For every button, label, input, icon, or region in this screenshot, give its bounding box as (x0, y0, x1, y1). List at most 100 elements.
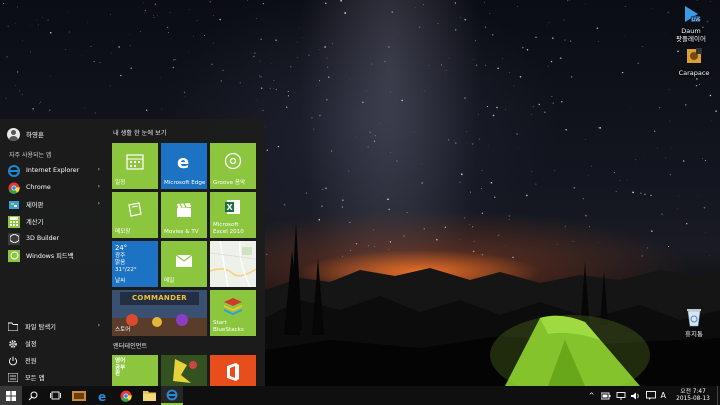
desktop-icon-potplayer[interactable]: LIVE Daum 팟플레이어 (669, 3, 713, 43)
power-button[interactable]: 전원 (8, 352, 102, 369)
tile-entertainment-1[interactable]: 영어 공부 판 (112, 355, 158, 386)
app-item-label: Internet Explorer (26, 167, 80, 174)
tile-maps[interactable] (210, 241, 256, 287)
excel-icon: X (210, 199, 256, 215)
tile-microsoft-edge[interactable]: e Microsoft Edge (161, 143, 207, 189)
app-item-3d-builder[interactable]: 3D Builder (8, 230, 102, 247)
app-item-label: 3D Builder (26, 235, 60, 242)
taskbar-app-chrome[interactable] (115, 386, 137, 405)
tile-movies-tv[interactable]: Movies & TV (161, 192, 207, 238)
app-item-label: 계산기 (26, 219, 44, 226)
calendar-icon (112, 152, 158, 170)
chrome-icon (120, 390, 132, 402)
frequent-app-list: Internet Explorer › Chrome › 제어판 › 계산기 3… (8, 162, 102, 264)
tile-microsoft-excel[interactable]: X Microsoft Excel 2010 (210, 192, 256, 238)
film-clapper-icon (161, 201, 207, 219)
edge-icon: e (161, 152, 207, 170)
app-item-chrome[interactable]: Chrome › (8, 179, 102, 196)
user-avatar-icon (7, 127, 20, 141)
game-title: COMMANDER (132, 294, 187, 302)
weather-city: 광주 (115, 253, 126, 259)
tile-notes[interactable]: 메모장 (112, 192, 158, 238)
desktop-icon-label: Daum 팟플레이어 (676, 27, 706, 43)
desktop-icon-carapace[interactable]: Carapace (672, 45, 716, 77)
chevron-right-icon[interactable]: › (98, 166, 100, 173)
clock-date: 2015-08-13 (676, 395, 710, 402)
gear-icon (8, 339, 18, 349)
app-item-label: 제어판 (26, 202, 44, 209)
taskbar-app-potplayer[interactable] (68, 386, 90, 405)
weather-temperature: 24° (115, 244, 128, 252)
settings-button[interactable]: 설정 (8, 335, 102, 352)
game-character-icon (161, 355, 207, 386)
app-item-calculator[interactable]: 계산기 (8, 213, 102, 230)
taskbar-clock[interactable]: 오전 7:47 2015-08-13 (672, 389, 714, 403)
bottom-item-label: 전원 (25, 358, 37, 365)
search-button[interactable] (22, 386, 44, 405)
start-menu: 하영훈 자주 사용되는 앱 Internet Explorer › Chrome… (0, 119, 265, 386)
app-item-label: Chrome (26, 184, 51, 191)
chevron-right-icon[interactable]: › (98, 200, 100, 207)
taskbar: e ^ A 오전 7:47 2015-08-13 (0, 386, 720, 405)
tile-label: 스토어 (115, 326, 131, 333)
notifications-icon[interactable] (645, 391, 656, 400)
start-button[interactable] (0, 386, 22, 405)
file-explorer-button[interactable]: 파일 탐색기 › (8, 318, 102, 335)
svg-text:e: e (177, 152, 189, 170)
desktop-icon-label: 휴지통 (685, 330, 703, 338)
feedback-icon (8, 249, 20, 262)
tile-office[interactable] (210, 355, 256, 386)
recycle-bin-icon (683, 306, 705, 328)
tile-label: Start BlueStacks (213, 320, 244, 333)
folder-icon (142, 391, 156, 401)
office-icon (210, 363, 256, 381)
app-item-control-panel[interactable]: 제어판 › (8, 196, 102, 213)
desktop-icon-recycle-bin[interactable]: 휴지통 (672, 306, 716, 338)
tile-label: Microsoft Edge (164, 179, 206, 186)
start-menu-tiles: 내 생활 한 눈에 보기 일정 e Microsoft Edge Groove … (112, 119, 262, 386)
power-icon (8, 356, 18, 366)
task-view-button[interactable] (44, 386, 66, 405)
chevron-right-icon[interactable]: › (98, 322, 100, 329)
tile-mail[interactable]: 메일 (161, 241, 207, 287)
input-language-indicator[interactable]: A (661, 391, 666, 400)
windows-logo-icon (6, 390, 16, 401)
battery-icon[interactable] (600, 392, 611, 400)
taskbar-app-file-explorer[interactable] (138, 386, 160, 405)
potplayer-icon: LIVE (680, 3, 702, 25)
3d-builder-icon (8, 232, 20, 245)
start-menu-left-column: 하영훈 자주 사용되는 앱 Internet Explorer › Chrome… (0, 119, 107, 386)
media-app-icon (72, 390, 86, 401)
app-item-windows-feedback[interactable]: Windows 피드백 (8, 247, 102, 264)
clock-time: 오전 7:47 (680, 388, 706, 395)
all-apps-button[interactable]: 모든 앱 (8, 369, 102, 386)
map-thumbnail (210, 241, 256, 287)
app-item-internet-explorer[interactable]: Internet Explorer › (8, 162, 102, 179)
start-menu-bottom-list: 파일 탐색기 › 설정 전원 모든 앱 (8, 318, 102, 386)
control-panel-icon (8, 199, 20, 211)
tile-bluestacks[interactable]: Start BlueStacks (210, 290, 256, 336)
task-view-icon (49, 391, 61, 400)
tile-store-game[interactable]: COMMANDER 스토어 (112, 290, 207, 336)
tile-entertainment-2[interactable] (161, 355, 207, 386)
search-icon (28, 391, 38, 400)
volume-icon[interactable] (630, 392, 641, 400)
tile-label: 일정 (115, 179, 126, 186)
tile-label: 메모장 (115, 228, 131, 235)
edge-icon: e (98, 390, 106, 402)
chevron-up-icon[interactable]: ^ (589, 392, 595, 400)
tile-groove-music[interactable]: Groove 음악 (210, 143, 256, 189)
network-icon[interactable] (616, 391, 626, 400)
tile-weather[interactable]: 24° 광주 맑음 31°/22° 날씨 (112, 241, 158, 287)
taskbar-app-ie-active[interactable] (161, 386, 183, 405)
tile-label: 메일 (164, 277, 175, 284)
taskbar-app-edge[interactable]: e (92, 386, 114, 405)
app-item-label: Windows 피드백 (26, 253, 74, 260)
groove-music-icon (210, 152, 256, 170)
tile-calendar[interactable]: 일정 (112, 143, 158, 189)
chevron-right-icon[interactable]: › (98, 183, 100, 190)
user-account-button[interactable]: 하영훈 (7, 127, 44, 141)
user-name: 하영훈 (26, 131, 44, 139)
weather-range: 31°/22° (115, 267, 137, 273)
mail-icon (161, 254, 207, 268)
